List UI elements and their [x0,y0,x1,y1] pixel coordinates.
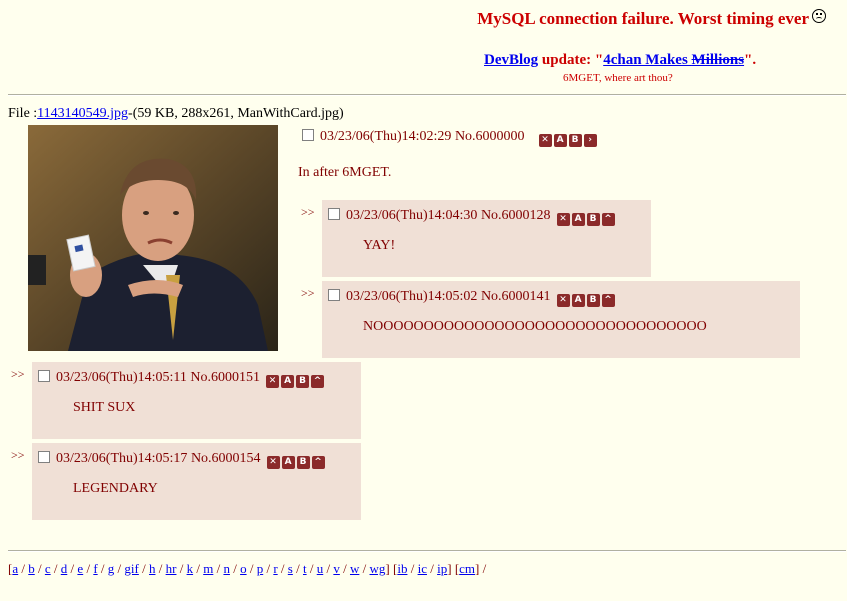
reply-header: 03/23/06(Thu)14:04:30 No.6000128 ✕ A B ^ [328,208,617,226]
board-link-u[interactable]: u [317,561,324,576]
reply-datetime: 03/23/06(Thu)14:05:02 [346,289,478,304]
reply-comment: LEGENDARY [73,481,158,496]
edit-icon[interactable]: B [296,375,310,388]
board-link-t[interactable]: t [303,561,307,576]
reply-post: 03/23/06(Thu)14:04:30 No.6000128 ✕ A B ^ YAY… [322,200,651,277]
quote-icon[interactable]: ^ [311,456,325,469]
reply-marker: >> [301,205,315,219]
strike-text: Millions [691,52,745,68]
report-icon[interactable]: A [571,213,585,226]
reply-post-number[interactable]: No.6000128 [481,208,551,223]
report-icon[interactable]: A [571,294,585,307]
reply-post-number[interactable]: No.6000154 [191,451,261,466]
delete-icon[interactable]: ✕ [538,134,552,147]
reply-post-number[interactable]: No.6000151 [190,370,260,385]
reply-comment: SHIT SUX [73,400,136,415]
board-navigation: [a / b / c / d / e / f / g / gif / h / h… [8,561,487,576]
board-link-o[interactable]: o [240,561,247,576]
reply-header: 03/23/06(Thu)14:05:11 No.6000151 ✕ A B ^ [38,370,326,388]
reply-actions: ✕ A B ^ [266,372,326,388]
report-icon[interactable]: A [281,456,295,469]
reply-header: 03/23/06(Thu)14:05:17 No.6000154 ✕ A B ^ [38,451,327,469]
op-comment: In after 6MGET. [298,165,392,180]
delete-icon[interactable]: ✕ [266,375,280,388]
op-delete-checkbox[interactable] [302,129,314,141]
board-link-v[interactable]: v [333,561,340,576]
board-link-h[interactable]: h [149,561,156,576]
edit-icon[interactable]: B [586,213,600,226]
board-link-gif[interactable]: gif [124,561,138,576]
board-link-m[interactable]: m [203,561,213,576]
board-link-k[interactable]: k [187,561,194,576]
reply-post: 03/23/06(Thu)14:05:02 No.6000141 ✕ A B ^ NOO… [322,281,800,358]
reply-marker: >> [11,367,25,381]
site-headline: MySQL connection failure. Worst timing e… [477,9,826,29]
board-link-w[interactable]: w [350,561,359,576]
reply-datetime: 03/23/06(Thu)14:04:30 [346,208,478,223]
reply-actions: ✕ A B ^ [556,291,617,307]
reply-header: 03/23/06(Thu)14:05:02 No.6000141 ✕ A B ^ [328,289,617,307]
board-link-c[interactable]: c [45,561,51,576]
report-icon[interactable]: A [553,134,567,147]
reply-post: 03/23/06(Thu)14:05:17 No.6000154 ✕ A B ^ LEG… [32,443,361,520]
board-link-hr[interactable]: hr [166,561,177,576]
board-link-ip[interactable]: ip [437,561,447,576]
op-post-number[interactable]: No.6000000 [455,129,525,144]
quote-icon[interactable]: ^ [311,375,325,388]
reply-datetime: 03/23/06(Thu)14:05:11 [56,370,187,385]
report-icon[interactable]: A [281,375,295,388]
reply-arrow-icon[interactable]: › [583,134,597,147]
reply-comment: NOOOOOOOOOOOOOOOOOOOOOOOOOOOOOOOOO [363,319,707,334]
quote-icon[interactable]: ^ [601,294,615,307]
op-post-actions: ✕ A B › [538,131,599,147]
board-link-ib[interactable]: ib [397,561,407,576]
reply-marker: >> [11,448,25,462]
edit-icon[interactable]: B [586,294,600,307]
reply-datetime: 03/23/06(Thu)14:05:17 [56,451,188,466]
delete-icon[interactable]: ✕ [556,213,570,226]
board-link-r[interactable]: r [273,561,277,576]
reply-actions: ✕ A B ^ [266,453,327,469]
edit-icon[interactable]: B [296,456,310,469]
frown-smiley-icon [812,9,826,23]
reply-actions: ✕ A B ^ [556,210,617,226]
delete-icon[interactable]: ✕ [266,456,280,469]
reply-post: 03/23/06(Thu)14:05:11 No.6000151 ✕ A B ^ SHI… [32,362,361,439]
reply-delete-checkbox[interactable] [38,451,50,463]
delete-icon[interactable]: ✕ [556,294,570,307]
reply-delete-checkbox[interactable] [328,208,340,220]
board-link-cm[interactable]: cm [459,561,475,576]
board-link-wg[interactable]: wg [370,561,386,576]
op-thumbnail[interactable] [28,125,278,351]
op-datetime: 03/23/06(Thu)14:02:29 [320,129,452,144]
op-file-info: File :1143140549.jpg-(59 KB, 288x261, Ma… [8,106,344,121]
board-link-f[interactable]: f [93,561,97,576]
board-link-d[interactable]: d [61,561,68,576]
board-link-s[interactable]: s [288,561,293,576]
divider-bottom [8,550,846,552]
board-link-a[interactable]: a [12,561,18,576]
board-link-b[interactable]: b [28,561,35,576]
board-link-e[interactable]: e [77,561,83,576]
reply-comment: YAY! [363,238,396,253]
board-link-g[interactable]: g [108,561,115,576]
reply-marker: >> [301,286,315,300]
reply-post-number[interactable]: No.6000141 [481,289,551,304]
subtagline: 6MGET, where art thou? [563,72,673,84]
op-file-link[interactable]: 1143140549.jpg [37,106,128,121]
divider-top [8,94,846,96]
devblog-link[interactable]: DevBlog [484,52,538,68]
reply-delete-checkbox[interactable] [328,289,340,301]
board-link-p[interactable]: p [257,561,264,576]
board-link-n[interactable]: n [223,561,230,576]
quote-icon[interactable]: ^ [601,213,615,226]
devblog-notice: DevBlog update: "4chan Makes Millions". [484,52,757,68]
reply-delete-checkbox[interactable] [38,370,50,382]
op-post-header: 03/23/06(Thu)14:02:29 No.6000000 ✕ A B › [302,129,599,147]
board-link-ic[interactable]: ic [418,561,427,576]
devblog-post-link[interactable]: 4chan Makes Millions [603,52,744,68]
edit-icon[interactable]: B [568,134,582,147]
